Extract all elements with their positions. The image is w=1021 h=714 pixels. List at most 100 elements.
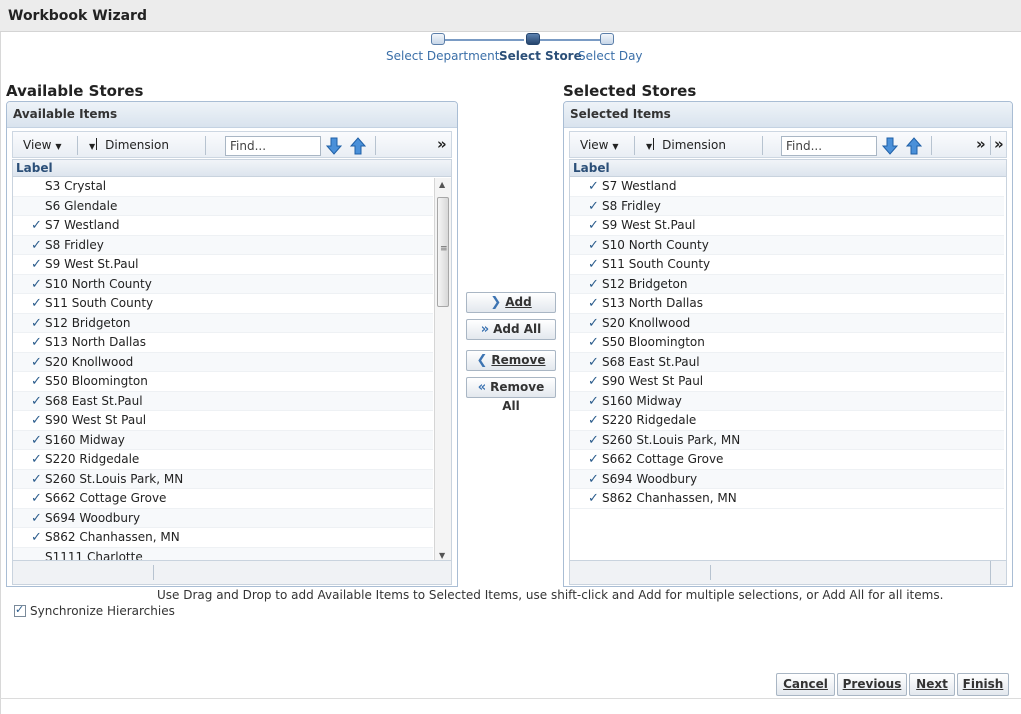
scroll-up-icon[interactable]: ▲ — [439, 180, 445, 189]
step-node-department[interactable] — [431, 33, 445, 45]
list-item-label: S220 Ridgedale — [602, 413, 697, 427]
list-item[interactable]: ✓ S862 Chanhassen, MN — [570, 489, 1004, 509]
check-icon: ✓ — [31, 218, 42, 233]
available-panel-title: Available Items — [13, 107, 118, 121]
available-column-header[interactable]: Label — [13, 160, 451, 177]
list-item-label: S8 Fridley — [45, 237, 104, 252]
find-prev-arrow-up-icon[interactable] — [905, 136, 923, 156]
add-button[interactable]: ❯ Add — [466, 292, 556, 313]
toolbar-overflow-icon[interactable]: » — [994, 135, 1004, 153]
available-find-input[interactable] — [225, 136, 321, 156]
list-item[interactable]: ✓ S68 East St.Paul — [13, 391, 433, 411]
list-item[interactable]: S6 Glendale — [13, 196, 433, 216]
list-item[interactable]: ✓ S12 Bridgeton — [570, 274, 1004, 294]
list-item[interactable]: ✓ S260 St.Louis Park, MN — [13, 469, 433, 489]
previous-button[interactable]: Previous — [837, 673, 907, 696]
selected-find-input[interactable] — [781, 136, 877, 156]
check-icon: ✓ — [31, 257, 42, 272]
list-item[interactable]: ✓ S13 North Dallas — [570, 294, 1004, 314]
list-item[interactable]: ✓ S662 Cottage Grove — [570, 450, 1004, 470]
list-item[interactable]: ✓ S90 West St Paul — [13, 411, 433, 431]
list-item[interactable]: ✓ S11 South County — [13, 294, 433, 314]
toolbar-overflow-icon[interactable]: » — [437, 135, 447, 153]
list-item[interactable]: ✓ S662 Cottage Grove — [13, 489, 433, 509]
list-item[interactable]: ✓ S8 Fridley — [13, 235, 433, 255]
list-item[interactable]: ✓ S90 West St Paul — [570, 372, 1004, 392]
check-icon: ✓ — [31, 276, 42, 292]
cancel-button[interactable]: Cancel — [776, 673, 835, 696]
check-icon: ✓ — [588, 179, 599, 194]
list-item-label: S50 Bloomington — [45, 374, 148, 388]
left-border — [0, 32, 1, 714]
list-item[interactable]: ✓ S68 East St.Paul — [570, 352, 1004, 372]
view-menu[interactable]: View ▼ — [580, 138, 618, 152]
list-item[interactable]: S1111 Charlotte — [13, 547, 433, 560]
remove-all-button[interactable]: «Remove All — [466, 377, 556, 413]
find-prev-arrow-up-icon[interactable] — [349, 136, 367, 156]
list-item[interactable]: ✓ S10 North County — [570, 235, 1004, 255]
list-item[interactable]: ✓ S260 St.Louis Park, MN — [570, 430, 1004, 450]
list-item[interactable]: ✓ S13 North Dallas — [13, 333, 433, 353]
scroll-down-icon[interactable]: ▼ — [439, 551, 445, 560]
check-icon: ✓ — [31, 315, 42, 331]
check-icon: ✓ — [31, 471, 42, 487]
list-item[interactable]: ✓ S694 Woodbury — [570, 469, 1004, 489]
dimension-menu[interactable]: ▼ Dimension — [646, 138, 726, 152]
list-item[interactable]: ✓ S11 South County — [570, 255, 1004, 275]
list-item-label: S13 North Dallas — [45, 335, 146, 349]
list-item[interactable]: ✓ S220 Ridgedale — [570, 411, 1004, 431]
toolbar-separator — [990, 136, 991, 155]
list-item-label: S20 Knollwood — [45, 354, 134, 369]
list-item[interactable]: ✓ S160 Midway — [13, 430, 433, 450]
toolbar-overflow-icon[interactable]: » — [976, 135, 986, 153]
list-item[interactable]: ✓ S50 Bloomington — [13, 372, 433, 392]
check-icon: ✓ — [588, 393, 599, 409]
selected-panel-title: Selected Items — [570, 107, 671, 121]
scroll-thumb[interactable]: ≡ — [437, 197, 449, 307]
list-item-label: S12 Bridgeton — [45, 315, 131, 330]
selected-panel: Selected Items View ▼ ▼ Dimension » » Lab… — [563, 101, 1013, 587]
list-item[interactable]: S3 Crystal — [13, 177, 433, 197]
finish-button[interactable]: Finish — [957, 673, 1009, 696]
next-button[interactable]: Next — [909, 673, 955, 696]
check-icon: ✓ — [31, 510, 42, 526]
find-next-arrow-down-icon[interactable] — [881, 136, 899, 156]
list-item[interactable]: ✓ S20 Knollwood — [13, 352, 433, 372]
list-item[interactable]: ✓ S220 Ridgedale — [13, 450, 433, 470]
synchronize-hierarchies-checkbox[interactable]: Synchronize Hierarchies — [14, 603, 175, 618]
list-item-label: S50 Bloomington — [602, 335, 705, 349]
list-item[interactable]: ✓ S20 Knollwood — [570, 313, 1004, 333]
selected-column-header[interactable]: Label — [570, 160, 1006, 177]
list-item-label: S10 North County — [602, 237, 709, 252]
check-icon: ✓ — [31, 432, 42, 448]
step-train: Select Department Select Store Select Da… — [380, 32, 650, 68]
list-item[interactable]: ✓ S862 Chanhassen, MN — [13, 528, 433, 548]
list-item[interactable]: ✓ S10 North County — [13, 274, 433, 294]
view-menu[interactable]: View ▼ — [23, 138, 61, 152]
toolbar-separator — [205, 136, 206, 155]
list-item[interactable]: ✓ S50 Bloomington — [570, 333, 1004, 353]
list-item[interactable]: ✓ S8 Fridley — [570, 196, 1004, 216]
list-item[interactable]: ✓ S694 Woodbury — [13, 508, 433, 528]
list-item-label: S11 South County — [45, 296, 154, 310]
checkbox-checked-icon[interactable] — [14, 603, 26, 617]
list-item[interactable]: ✓ S9 West St.Paul — [13, 255, 433, 275]
list-item-label: S862 Chanhassen, MN — [602, 491, 737, 505]
toolbar-separator — [931, 136, 932, 155]
step-label-department[interactable]: Select Department — [386, 49, 499, 63]
find-next-arrow-down-icon[interactable] — [325, 136, 343, 156]
available-vertical-scrollbar[interactable]: ▲ ≡ ▼ — [434, 178, 451, 560]
add-all-button[interactable]: » Add All — [466, 319, 556, 340]
step-node-day[interactable] — [600, 33, 614, 45]
list-item[interactable]: ✓ S7 Westland — [570, 177, 1004, 197]
list-item[interactable]: ✓ S9 West St.Paul — [570, 216, 1004, 236]
list-item[interactable]: ✓ S12 Bridgeton — [13, 313, 433, 333]
remove-button[interactable]: ❮ Remove — [466, 350, 556, 371]
list-item-label: S8 Fridley — [602, 198, 661, 213]
list-item[interactable]: ✓ S160 Midway — [570, 391, 1004, 411]
step-label-day[interactable]: Select Day — [578, 49, 643, 63]
list-item-label: S90 West St Paul — [45, 413, 147, 427]
list-item[interactable]: ✓ S7 Westland — [13, 216, 433, 236]
check-icon: ✓ — [31, 530, 42, 545]
dimension-menu[interactable]: ▼ Dimension — [89, 138, 169, 152]
